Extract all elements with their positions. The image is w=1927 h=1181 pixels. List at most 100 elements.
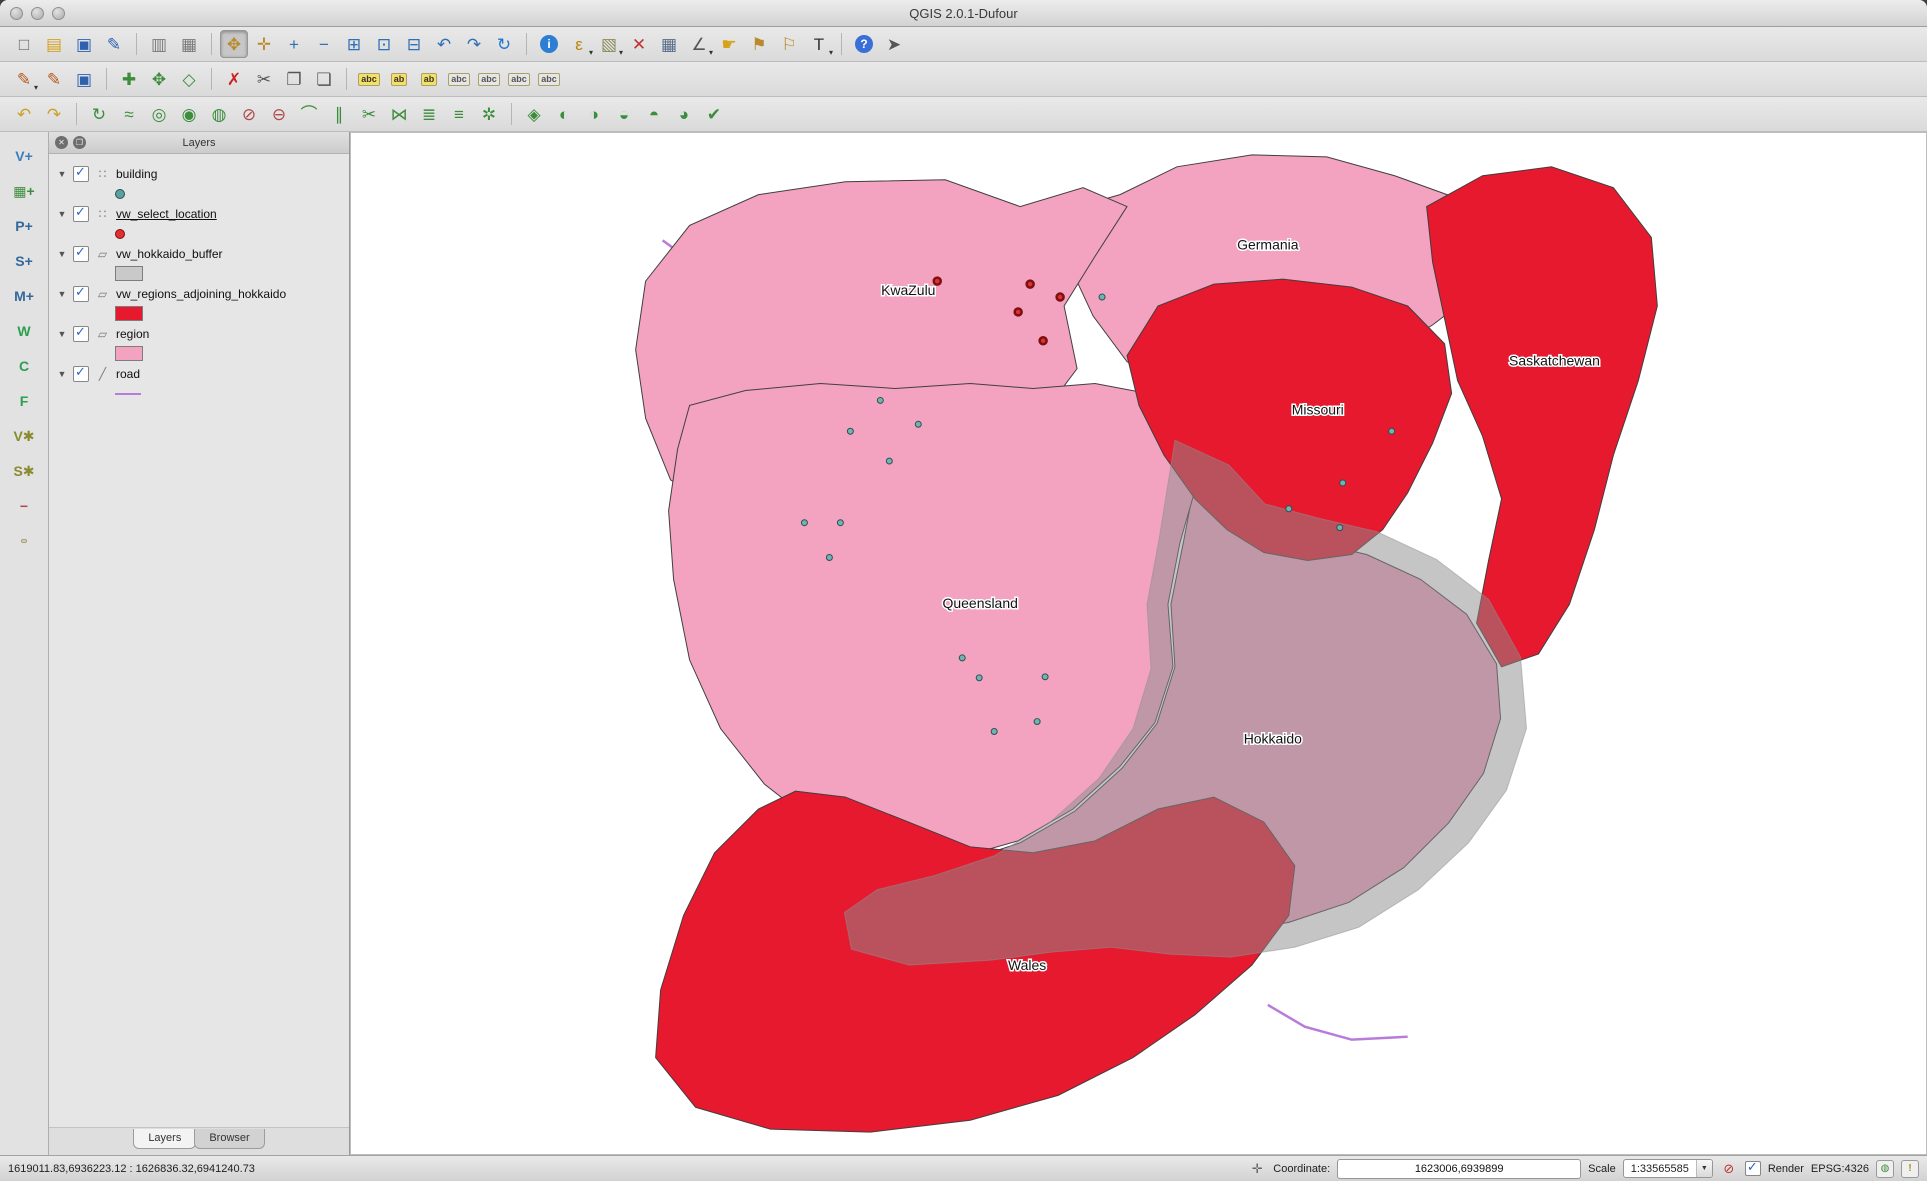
vector-intersect-icon[interactable]: ◑	[580, 100, 608, 128]
layer-visibility-checkbox[interactable]	[73, 286, 89, 302]
zoom-full-icon[interactable]: ⊞	[340, 30, 368, 58]
simplify-feature-icon[interactable]: ≈	[115, 100, 143, 128]
label-show-hide-icon[interactable]: abc	[475, 65, 503, 93]
vector-clip-icon[interactable]: ◓	[640, 100, 668, 128]
merge-features-icon[interactable]: ≣	[415, 100, 443, 128]
scale-dropdown-arrow-icon[interactable]: ▼	[1696, 1160, 1712, 1177]
toggle-editing-icon[interactable]: ✎	[40, 65, 68, 93]
zoom-to-layer-icon[interactable]: ⊟	[400, 30, 428, 58]
delete-selected-icon[interactable]: ✗	[220, 65, 248, 93]
help-contents-icon[interactable]: ?	[850, 30, 878, 58]
delete-part-icon[interactable]: ⊖	[265, 100, 293, 128]
log-messages-icon[interactable]: !	[1901, 1160, 1919, 1178]
new-project-icon[interactable]: □	[10, 30, 38, 58]
expand-collapse-icon[interactable]: ▼	[57, 249, 67, 259]
split-parts-icon[interactable]: ⋈	[385, 100, 413, 128]
label-properties-icon[interactable]: abc	[535, 65, 563, 93]
map-tips-icon[interactable]: ☛	[715, 30, 743, 58]
layer-item-road[interactable]: ▼╱road	[53, 362, 345, 385]
layer-item-region[interactable]: ▼▱region	[53, 322, 345, 345]
style-swatch-icon[interactable]	[10, 527, 38, 555]
add-wms-layer-icon[interactable]: W	[10, 317, 38, 345]
add-spatialite-layer-icon[interactable]: S+	[10, 247, 38, 275]
delete-ring-icon[interactable]: ⊘	[235, 100, 263, 128]
remove-layer-icon[interactable]: −	[10, 492, 38, 520]
split-features-icon[interactable]: ✂	[355, 100, 383, 128]
mouse-position-icon[interactable]: ✛	[1248, 1160, 1266, 1178]
labeling-icon[interactable]: abc	[355, 65, 383, 93]
open-attribute-table-icon[interactable]: ▦	[655, 30, 683, 58]
expand-collapse-icon[interactable]: ▼	[57, 289, 67, 299]
current-edits-icon[interactable]: ✎▾	[10, 65, 38, 93]
close-window-button[interactable]	[10, 7, 23, 20]
layer-item-building[interactable]: ▼∷building	[53, 162, 345, 185]
tab-layers[interactable]: Layers	[133, 1129, 196, 1149]
map-refresh-icon[interactable]: ↻	[490, 30, 518, 58]
vector-union-icon[interactable]: ◒	[610, 100, 638, 128]
label-move-icon[interactable]: ab	[385, 65, 413, 93]
new-spatialite-layer-icon[interactable]: S✱	[10, 457, 38, 485]
layer-visibility-checkbox[interactable]	[73, 166, 89, 182]
layer-item-vw_hokkaido_buffer[interactable]: ▼▱vw_hokkaido_buffer	[53, 242, 345, 265]
composer-manager-icon[interactable]: ▦	[175, 30, 203, 58]
run-feature-action-icon[interactable]: ε▾	[565, 30, 593, 58]
layer-visibility-checkbox[interactable]	[73, 206, 89, 222]
copy-features-icon[interactable]: ❐	[280, 65, 308, 93]
stop-render-icon[interactable]: ⊘	[1720, 1160, 1738, 1178]
coordinate-input[interactable]	[1337, 1159, 1581, 1179]
zoom-to-selection-icon[interactable]: ⊡	[370, 30, 398, 58]
add-feature-icon[interactable]: ✚	[115, 65, 143, 93]
add-part-icon[interactable]: ◉	[175, 100, 203, 128]
zoom-in-icon[interactable]: +	[280, 30, 308, 58]
map-canvas[interactable]: KwaZuluGermaniaSaskatchewanMissouriQueen…	[350, 132, 1927, 1155]
vector-dissolve-icon[interactable]: ◕	[670, 100, 698, 128]
new-print-composer-icon[interactable]: ▥	[145, 30, 173, 58]
layer-item-vw_regions_adjoining_hokkaido[interactable]: ▼▱vw_regions_adjoining_hokkaido	[53, 282, 345, 305]
expand-collapse-icon[interactable]: ▼	[57, 169, 67, 179]
text-annotation-icon[interactable]: T▾	[805, 30, 833, 58]
label-pin-icon[interactable]: abc	[445, 65, 473, 93]
expand-collapse-icon[interactable]: ▼	[57, 329, 67, 339]
layer-item-vw_select_location[interactable]: ▼∷vw_select_location	[53, 202, 345, 225]
show-bookmarks-icon[interactable]: ⚐	[775, 30, 803, 58]
zoom-next-icon[interactable]: ↷	[460, 30, 488, 58]
save-project-icon[interactable]: ▣	[70, 30, 98, 58]
layer-visibility-checkbox[interactable]	[73, 326, 89, 342]
merge-attributes-icon[interactable]: ≡	[445, 100, 473, 128]
vector-buffer-icon[interactable]: ◐	[550, 100, 578, 128]
add-wcs-layer-icon[interactable]: C	[10, 352, 38, 380]
expand-collapse-icon[interactable]: ▼	[57, 209, 67, 219]
save-layer-edits-icon[interactable]: ▣	[70, 65, 98, 93]
panel-float-icon[interactable]: ❐	[73, 136, 86, 149]
deselect-all-icon[interactable]: ✕	[625, 30, 653, 58]
select-features-icon[interactable]: ▧▾	[595, 30, 623, 58]
new-bookmark-icon[interactable]: ⚑	[745, 30, 773, 58]
new-shapefile-layer-icon[interactable]: V✱	[10, 422, 38, 450]
add-ring-icon[interactable]: ◎	[145, 100, 173, 128]
expand-collapse-icon[interactable]: ▼	[57, 369, 67, 379]
add-vector-layer-icon[interactable]: V+	[10, 142, 38, 170]
rotate-point-symbols-icon[interactable]: ✲	[475, 100, 503, 128]
zoom-last-icon[interactable]: ↶	[430, 30, 458, 58]
reshape-features-icon[interactable]: ⌒	[295, 100, 323, 128]
paste-features-icon[interactable]: ❏	[310, 65, 338, 93]
pan-map-icon[interactable]: ✥	[220, 30, 248, 58]
label-highlight-icon[interactable]: abc	[505, 65, 533, 93]
redo-icon[interactable]: ↷	[40, 100, 68, 128]
cut-features-icon[interactable]: ✂	[250, 65, 278, 93]
crs-status-icon[interactable]: ◍	[1876, 1160, 1894, 1178]
rotate-feature-icon[interactable]: ↻	[85, 100, 113, 128]
panel-close-icon[interactable]: ✕	[55, 136, 68, 149]
layer-visibility-checkbox[interactable]	[73, 246, 89, 262]
crs-status[interactable]: EPSG:4326	[1811, 1163, 1869, 1175]
select-by-location-icon[interactable]: ◈	[520, 100, 548, 128]
check-geometry-icon[interactable]: ✔	[700, 100, 728, 128]
zoom-out-icon[interactable]: −	[310, 30, 338, 58]
add-raster-layer-icon[interactable]: ▦+	[10, 177, 38, 205]
zoom-window-button[interactable]	[52, 7, 65, 20]
measure-line-icon[interactable]: ∠▾	[685, 30, 713, 58]
fill-ring-icon[interactable]: ◍	[205, 100, 233, 128]
add-postgis-layer-icon[interactable]: P+	[10, 212, 38, 240]
undo-icon[interactable]: ↶	[10, 100, 38, 128]
tab-browser[interactable]: Browser	[194, 1129, 264, 1149]
